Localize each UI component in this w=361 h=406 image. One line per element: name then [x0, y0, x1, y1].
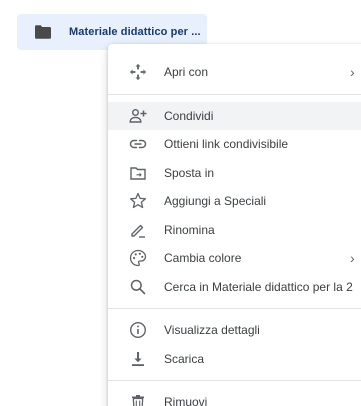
trash-icon	[128, 392, 148, 406]
menu-item-label: Cambia colore	[164, 251, 242, 266]
submenu-arrow-icon: ›	[350, 250, 355, 267]
menu-item-condividi[interactable]: Condividi	[108, 101, 361, 130]
menu-item-label: Condividi	[164, 108, 214, 123]
menu-item-rimuovi[interactable]: Rimuovi	[108, 388, 361, 406]
menu-item-sposta-in[interactable]: Sposta in	[108, 159, 361, 188]
menu-item-rinomina[interactable]: Rinomina	[108, 216, 361, 245]
menu-item-label: Scarica	[164, 351, 205, 366]
menu-item-label: Ottieni link condivisibile	[164, 137, 289, 152]
move-to-folder-icon	[128, 163, 148, 183]
menu-item-cambia-colore[interactable]: Cambia colore ›	[108, 244, 361, 273]
folder-icon	[33, 24, 53, 40]
menu-item-label: Aggiungi a Speciali	[164, 194, 267, 209]
menu-item-label: Cerca in Materiale didattico per la 2	[164, 279, 353, 294]
menu-item-label: Rinomina	[164, 222, 215, 237]
menu-item-label: Rimuovi	[164, 395, 208, 406]
info-icon	[128, 320, 148, 340]
menu-item-label: Visualizza dettagli	[164, 323, 260, 338]
menu-divider	[108, 380, 361, 381]
star-icon	[128, 191, 148, 211]
context-menu: Apri con › Condividi Ottieni link condiv…	[108, 44, 361, 406]
menu-item-cerca-in[interactable]: Cerca in Materiale didattico per la 2	[108, 273, 361, 302]
share-person-add-icon	[128, 106, 148, 126]
folder-name: Materiale didattico per ...	[69, 26, 201, 38]
menu-item-visualizza-dettagli[interactable]: Visualizza dettagli	[108, 316, 361, 345]
download-icon	[128, 349, 148, 369]
drive-view: Materiale didattico per ... Apri con › C…	[0, 0, 361, 406]
menu-item-label: Sposta in	[164, 165, 215, 180]
open-with-icon	[128, 62, 148, 82]
submenu-arrow-icon: ›	[350, 64, 355, 81]
palette-icon	[128, 248, 148, 268]
menu-divider	[108, 308, 361, 309]
link-icon	[128, 134, 148, 154]
menu-item-apri-con[interactable]: Apri con ›	[108, 58, 361, 87]
menu-item-aggiungi-speciali[interactable]: Aggiungi a Speciali	[108, 187, 361, 216]
menu-divider	[108, 93, 361, 95]
menu-item-scarica[interactable]: Scarica	[108, 345, 361, 374]
menu-item-ottieni-link[interactable]: Ottieni link condivisibile	[108, 130, 361, 159]
search-icon	[128, 277, 148, 297]
menu-item-label: Apri con	[164, 65, 209, 80]
pencil-icon	[128, 220, 148, 240]
